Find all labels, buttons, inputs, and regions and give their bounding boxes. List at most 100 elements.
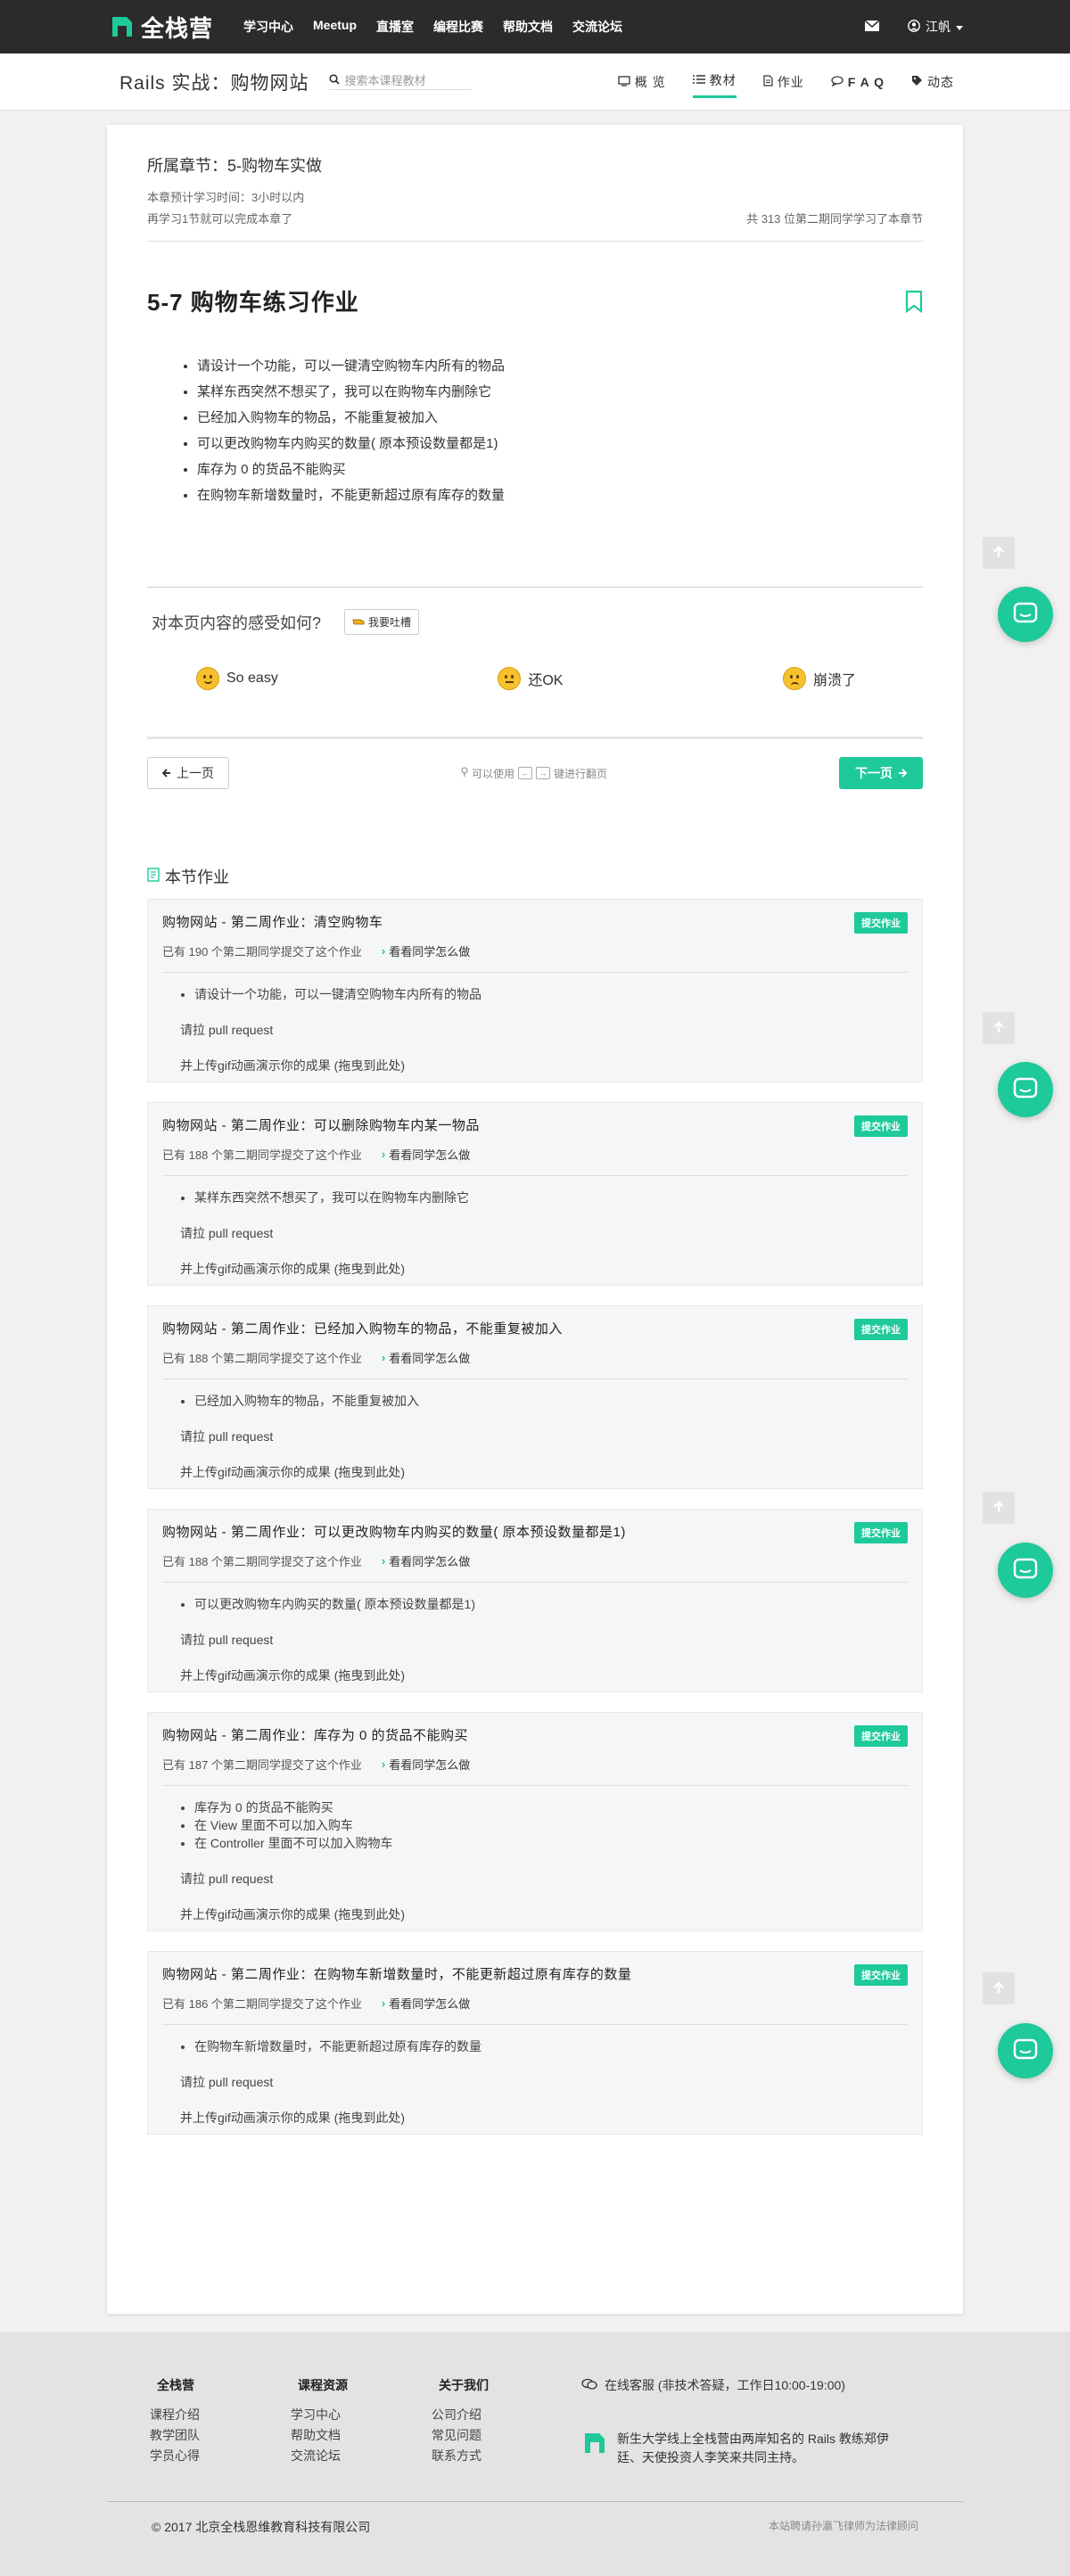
complain-button[interactable]: 我要吐槽 [344, 609, 420, 635]
see-classmates-link[interactable]: › 看看同学怎么做 [382, 1552, 470, 1569]
gif-instruction: 并上传gif动画演示你的成果 (拖曳到此处) [180, 1465, 405, 1479]
pager-hint-b: 键进行翻页 [554, 767, 608, 780]
submit-homework-button[interactable]: 提交作业 [854, 912, 908, 934]
tab-materials[interactable]: 教材 [692, 66, 737, 98]
homework-card: 购物网站 - 第二周作业：清空购物车 提交作业 已有 190 个第二期同学提交了… [147, 899, 923, 1082]
nav-forum[interactable]: 交流论坛 [572, 18, 622, 36]
homework-count: 已有 187 个第二期同学提交了这个作业 [162, 1758, 362, 1772]
see-classmates-link[interactable]: › 看看同学怎么做 [382, 1995, 470, 2012]
nav-meetup[interactable]: Meetup [313, 18, 357, 36]
see-classmates-link[interactable]: › 看看同学怎么做 [382, 1146, 470, 1163]
footer-link[interactable]: 联系方式 [432, 2446, 572, 2466]
gif-instruction: 并上传gif动画演示你的成果 (拖曳到此处) [180, 1907, 405, 1922]
lesson-title-row: 5-7 购物车练习作业 [147, 284, 923, 317]
slogan-text: 新生大学线上全栈营由两岸知名的 Rails 教练郑伊廷、天使投资人李笑来共同主持… [617, 2432, 889, 2465]
footer-columns: 全栈营 课程介绍 教学团队 学员心得 课程资源 学习中心 帮助文档 交流论坛 关… [150, 2376, 572, 2466]
footer-link[interactable]: 学习中心 [291, 2405, 432, 2425]
scroll-top-button[interactable] [983, 1492, 1015, 1524]
gif-instruction: 并上传gif动画演示你的成果 (拖曳到此处) [180, 1262, 405, 1276]
gif-instruction: 并上传gif动画演示你的成果 (拖曳到此处) [180, 2111, 405, 2125]
list-item: 某样东西突然不想买了，我可以在购物车内删除它 [197, 379, 923, 405]
nav-help-docs[interactable]: 帮助文档 [503, 18, 553, 36]
feedback-option-crash[interactable]: 崩溃了 [782, 667, 856, 690]
chat-bubble-icon [1013, 1077, 1038, 1103]
gif-instruction: 并上传gif动画演示你的成果 (拖曳到此处) [180, 1058, 405, 1073]
tab-homework[interactable]: 作业 [763, 66, 804, 98]
list-item: 在 Controller 里面不可以加入购物车 [194, 1834, 908, 1852]
feedback-option-easy[interactable]: So easy [196, 667, 278, 690]
search-input[interactable] [344, 73, 466, 87]
pr-instruction: 请拉 pull request [180, 2075, 274, 2089]
see-classmates-label: 看看同学怎么做 [389, 945, 471, 959]
chapter-header: 所属章节：5-购物车实做 本章预计学习时间：3小时以内 再学习1节就可以完成本章… [147, 125, 923, 242]
homework-title: 购物网站 - 第二周作业：在购物车新增数量时，不能更新超过原有库存的数量 [162, 1967, 632, 1982]
chevron-right-icon: › [381, 1757, 386, 1771]
homework-card: 购物网站 - 第二周作业：可以更改购物车内购买的数量( 原本预设数量都是1) 提… [147, 1509, 923, 1692]
chat-bubble-icon [1013, 602, 1038, 628]
chat-bubble-icon [1013, 1558, 1038, 1584]
user-menu[interactable]: 江帆 [908, 18, 963, 36]
homework-count: 已有 190 个第二期同学提交了这个作业 [162, 945, 362, 959]
lesson-card: 所属章节：5-购物车实做 本章预计学习时间：3小时以内 再学习1节就可以完成本章… [107, 125, 963, 2314]
feedback-section: 对本页内容的感受如何? 我要吐槽 So easy 还OK 崩溃了 [147, 587, 923, 690]
submit-homework-button[interactable]: 提交作业 [854, 1115, 908, 1137]
nav-live-room[interactable]: 直播室 [376, 18, 414, 36]
course-tabs: 概 览 教材 作业 F A Q 动态 [618, 66, 954, 98]
chapter-progress: 共 313 位第二期同学学习了本章节 [746, 212, 923, 226]
chat-widget-button[interactable] [998, 1543, 1053, 1598]
main-nav: 学习中心 Meetup 直播室 编程比赛 帮助文档 交流论坛 [243, 18, 642, 36]
chevron-right-icon: › [381, 944, 386, 958]
topbar-right: 江帆 [864, 18, 963, 36]
tab-faq[interactable]: F A Q [831, 66, 885, 98]
user-name: 江帆 [926, 20, 951, 34]
pager-hint: 可以使用 ← → 键进行翻页 [461, 766, 607, 781]
pr-instruction: 请拉 pull request [180, 1633, 274, 1647]
list-item: 在购物车新增数量时，不能更新超过原有库存的数量 [194, 2037, 908, 2055]
chapter-time-row: 本章预计学习时间：3小时以内 [147, 187, 923, 209]
footer-link[interactable]: 课程介绍 [150, 2405, 291, 2425]
lesson-requirements: 请设计一个功能，可以一键清空购物车内所有的物品 某样东西突然不想买了，我可以在购… [197, 353, 923, 508]
see-classmates-link[interactable]: › 看看同学怎么做 [382, 942, 470, 959]
feedback-option-ok[interactable]: 还OK [498, 667, 563, 690]
tab-faq-label: F A Q [847, 74, 885, 89]
copyright: © 2017 北京全栈恩维教育科技有限公司 [152, 2520, 371, 2534]
site-logo[interactable]: 全栈营 [109, 11, 213, 44]
online-service-link[interactable]: 在线客服 (非技术答疑，工作日10:00-19:00) [581, 2376, 911, 2394]
pager-hint-a: 可以使用 [471, 767, 514, 780]
submit-homework-button[interactable]: 提交作业 [854, 1964, 908, 1986]
scroll-top-button[interactable] [983, 1012, 1015, 1044]
service-label: 在线客服 (非技术答疑，工作日10:00-19:00) [605, 2378, 845, 2392]
see-classmates-link[interactable]: › 看看同学怎么做 [382, 1756, 470, 1773]
monitor-icon [618, 75, 630, 89]
nav-contest[interactable]: 编程比赛 [433, 18, 483, 36]
submit-homework-button[interactable]: 提交作业 [854, 1319, 908, 1340]
footer-link[interactable]: 教学团队 [150, 2425, 291, 2446]
chat-bubble-icon [1013, 2038, 1038, 2064]
tab-overview[interactable]: 概 览 [618, 66, 666, 98]
nav-learning-center[interactable]: 学习中心 [243, 18, 293, 36]
tab-homework-label: 作业 [777, 74, 804, 89]
scroll-top-button[interactable] [983, 1972, 1015, 2004]
next-page-button[interactable]: 下一页 [839, 757, 923, 789]
homework-count: 已有 188 个第二期同学提交了这个作业 [162, 1352, 362, 1365]
prev-page-button[interactable]: 上一页 [147, 757, 229, 789]
mail-icon[interactable] [864, 20, 880, 34]
doc-icon [763, 74, 773, 89]
chat-widget-button[interactable] [998, 1062, 1053, 1117]
homework-count: 已有 186 个第二期同学提交了这个作业 [162, 1997, 362, 2011]
submit-homework-button[interactable]: 提交作业 [854, 1725, 908, 1747]
submit-homework-button[interactable]: 提交作业 [854, 1522, 908, 1543]
footer-link[interactable]: 帮助文档 [291, 2425, 432, 2446]
chat-widget-button[interactable] [998, 2023, 1053, 2078]
chat-widget-button[interactable] [998, 587, 1053, 642]
legal-note: 本站聘请孙瀛飞律师为法律顾问 [768, 2520, 918, 2532]
bookmark-icon[interactable] [905, 290, 923, 313]
tab-activity[interactable]: 动态 [911, 66, 954, 98]
footer-link[interactable]: 常见问题 [432, 2425, 572, 2446]
scroll-top-button[interactable] [983, 537, 1015, 569]
see-classmates-link[interactable]: › 看看同学怎么做 [382, 1349, 470, 1366]
footer-link[interactable]: 公司介绍 [432, 2405, 572, 2425]
see-classmates-label: 看看同学怎么做 [389, 1352, 471, 1365]
footer-link[interactable]: 学员心得 [150, 2446, 291, 2466]
footer-link[interactable]: 交流论坛 [291, 2446, 432, 2466]
